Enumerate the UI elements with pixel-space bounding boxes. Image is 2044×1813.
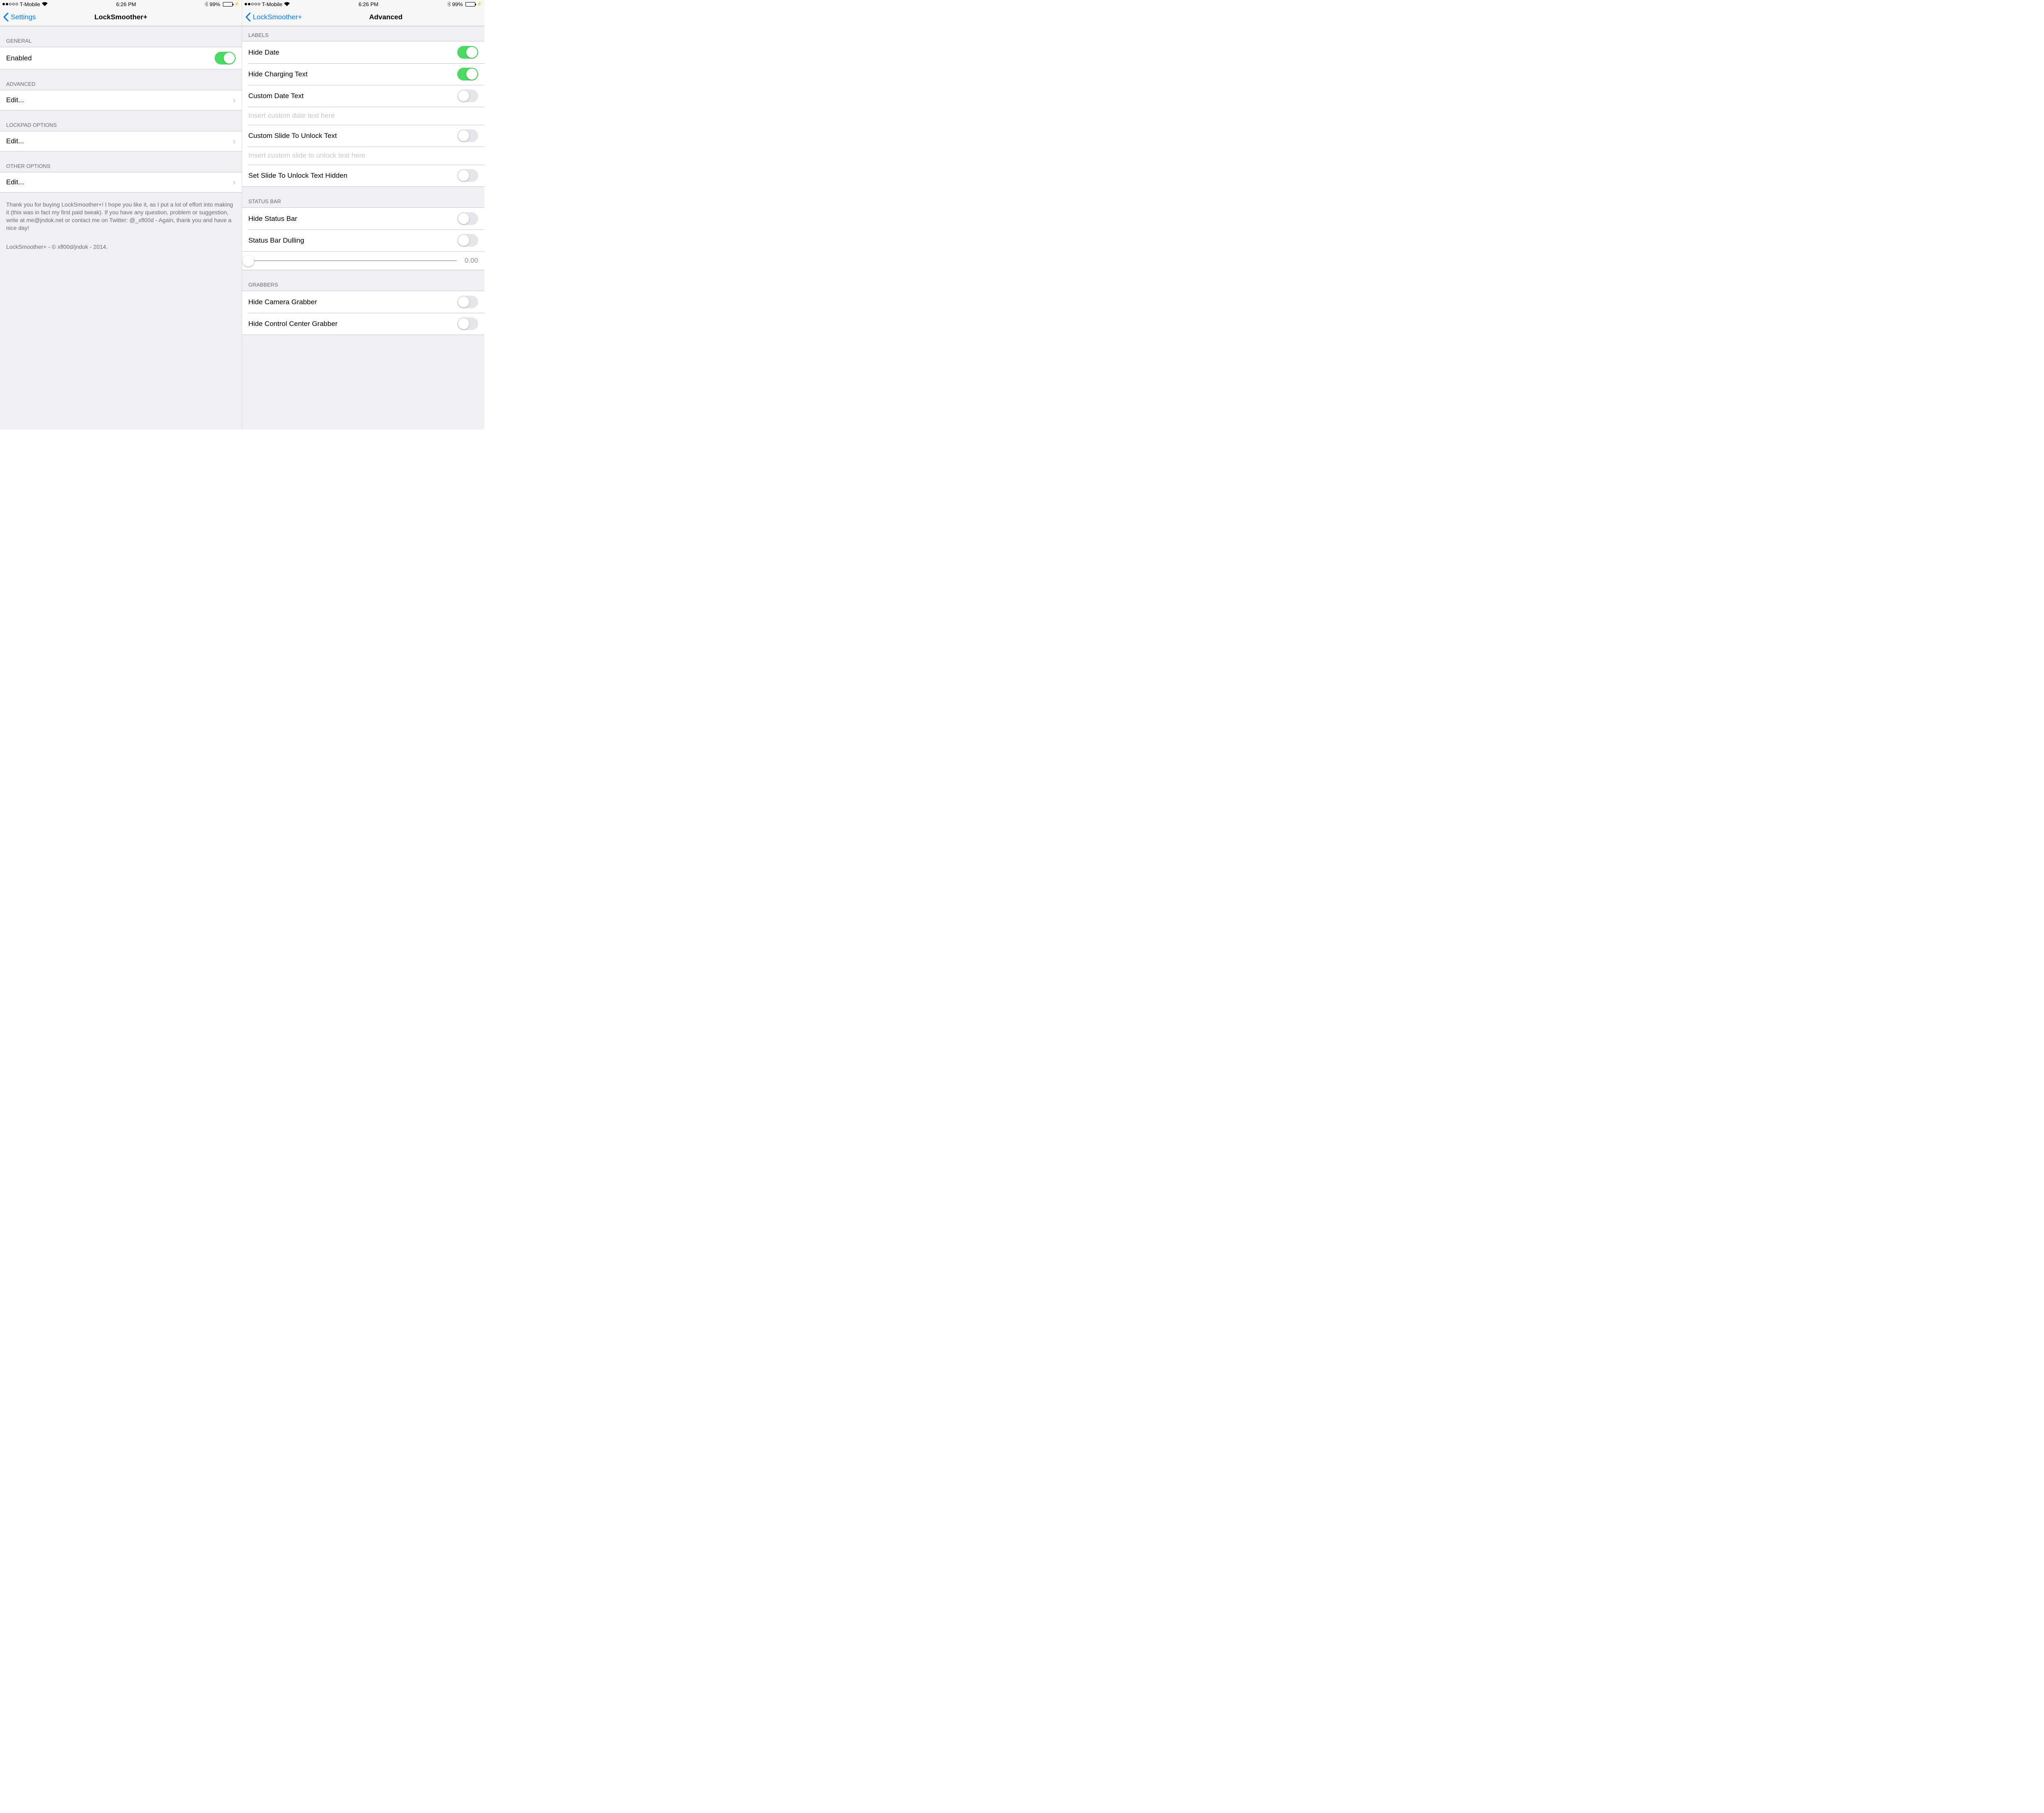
hide-statusbar-switch[interactable] [457,212,478,225]
enabled-switch[interactable] [215,52,236,64]
hide-cc-grabber-row[interactable]: Hide Control Center Grabber [242,313,484,335]
custom-slide-placeholder: Insert custom slide to unlock text here [248,151,365,160]
other-edit-row[interactable]: Edit... › [0,172,242,192]
wifi-icon [42,2,48,6]
enabled-label: Enabled [6,54,32,62]
group-header-other: OTHER OPTIONS [0,151,242,172]
chevron-left-icon [3,13,9,21]
hide-cc-grabber-label: Hide Control Center Grabber [248,320,337,328]
dulling-value: 0.00 [462,257,478,265]
status-bar: T-Mobile 6:26 PM 99% ⚡ [0,0,242,8]
nav-bar: LockSmoother+ Advanced [242,8,484,26]
statusbar-dulling-row[interactable]: Status Bar Dulling [242,229,484,251]
carrier-label: T-Mobile [20,1,40,7]
hide-date-switch[interactable] [457,46,478,59]
content: LABELS Hide Date Hide Charging Text Cust… [242,26,484,429]
custom-date-row[interactable]: Custom Date Text [242,85,484,107]
back-label: Settings [11,13,36,21]
group-header-lockpad: LOCKPAD OPTIONS [0,110,242,131]
hide-date-label: Hide Date [248,48,280,57]
bluetooth-icon [205,2,208,7]
thank-you-text: Thank you for buying LockSmoother+! I ho… [0,193,242,235]
nav-bar: Settings LockSmoother+ [0,8,242,26]
screen-advanced: T-Mobile 6:26 PM 99% ⚡ LockSmoother+ Adv… [242,0,484,429]
group-header-labels: LABELS [242,26,484,41]
lockpad-edit-label: Edit... [6,137,24,145]
hide-slide-row[interactable]: Set Slide To Unlock Text Hidden [242,165,484,186]
back-button[interactable]: Settings [3,13,36,21]
hide-charging-row[interactable]: Hide Charging Text [242,63,484,85]
signal-dots [245,3,260,5]
hide-cc-grabber-switch[interactable] [457,317,478,330]
group-header-statusbar: STATUS BAR [242,187,484,207]
dulling-slider-row[interactable]: 0.00 [242,252,484,270]
clock-label: 6:26 PM [358,1,378,7]
statusbar-dulling-label: Status Bar Dulling [248,236,304,245]
signal-dots [2,3,18,5]
group-header-general: GENERAL [0,26,242,47]
wifi-icon [284,2,290,6]
hide-camera-grabber-label: Hide Camera Grabber [248,298,317,306]
back-label: LockSmoother+ [253,13,302,21]
advanced-edit-label: Edit... [6,96,24,104]
dulling-slider[interactable] [248,260,457,261]
custom-date-placeholder: Insert custom date text here [248,112,335,120]
custom-slide-row[interactable]: Custom Slide To Unlock Text [242,125,484,147]
chevron-right-icon: › [233,136,236,147]
status-bar: T-Mobile 6:26 PM 99% ⚡ [242,0,484,8]
custom-slide-switch[interactable] [457,129,478,142]
chevron-right-icon: › [233,95,236,106]
battery-icon [465,2,475,7]
other-edit-label: Edit... [6,178,24,186]
battery-pct: 99% [210,1,220,7]
hide-camera-grabber-row[interactable]: Hide Camera Grabber [242,291,484,313]
carrier-label: T-Mobile [262,1,282,7]
advanced-edit-row[interactable]: Edit... › [0,90,242,110]
page-title: LockSmoother+ [0,13,242,21]
custom-date-switch[interactable] [457,90,478,102]
hide-charging-switch[interactable] [457,68,478,80]
hide-date-row[interactable]: Hide Date [242,41,484,63]
group-header-advanced: ADVANCED [0,69,242,90]
slider-thumb[interactable] [243,255,254,266]
group-header-grabbers: GRABBERS [242,270,484,291]
hide-slide-switch[interactable] [457,169,478,182]
battery-pct: 99% [452,1,463,7]
custom-date-label: Custom Date Text [248,92,304,100]
screen-main: T-Mobile 6:26 PM 99% ⚡ Settings LockSmoo… [0,0,242,429]
custom-slide-label: Custom Slide To Unlock Text [248,132,337,140]
hide-statusbar-label: Hide Status Bar [248,215,297,223]
back-button[interactable]: LockSmoother+ [245,13,302,21]
charging-icon: ⚡ [477,2,482,7]
charging-icon: ⚡ [234,2,239,7]
chevron-left-icon [245,13,251,21]
copyright-text: LockSmoother+ - © xfl00d/jndok - 2014. [0,235,242,258]
hide-slide-label: Set Slide To Unlock Text Hidden [248,172,347,180]
custom-date-input[interactable]: Insert custom date text here [242,107,484,125]
clock-label: 6:26 PM [116,1,136,7]
hide-camera-grabber-switch[interactable] [457,296,478,308]
battery-icon [223,2,233,7]
hide-statusbar-row[interactable]: Hide Status Bar [242,208,484,229]
statusbar-dulling-switch[interactable] [457,234,478,247]
lockpad-edit-row[interactable]: Edit... › [0,131,242,151]
chevron-right-icon: › [233,177,236,188]
custom-slide-input[interactable]: Insert custom slide to unlock text here [242,147,484,165]
hide-charging-label: Hide Charging Text [248,70,307,78]
content: GENERAL Enabled ADVANCED Edit... › LOCKP… [0,26,242,429]
bluetooth-icon [447,2,451,7]
enabled-row[interactable]: Enabled [0,47,242,69]
